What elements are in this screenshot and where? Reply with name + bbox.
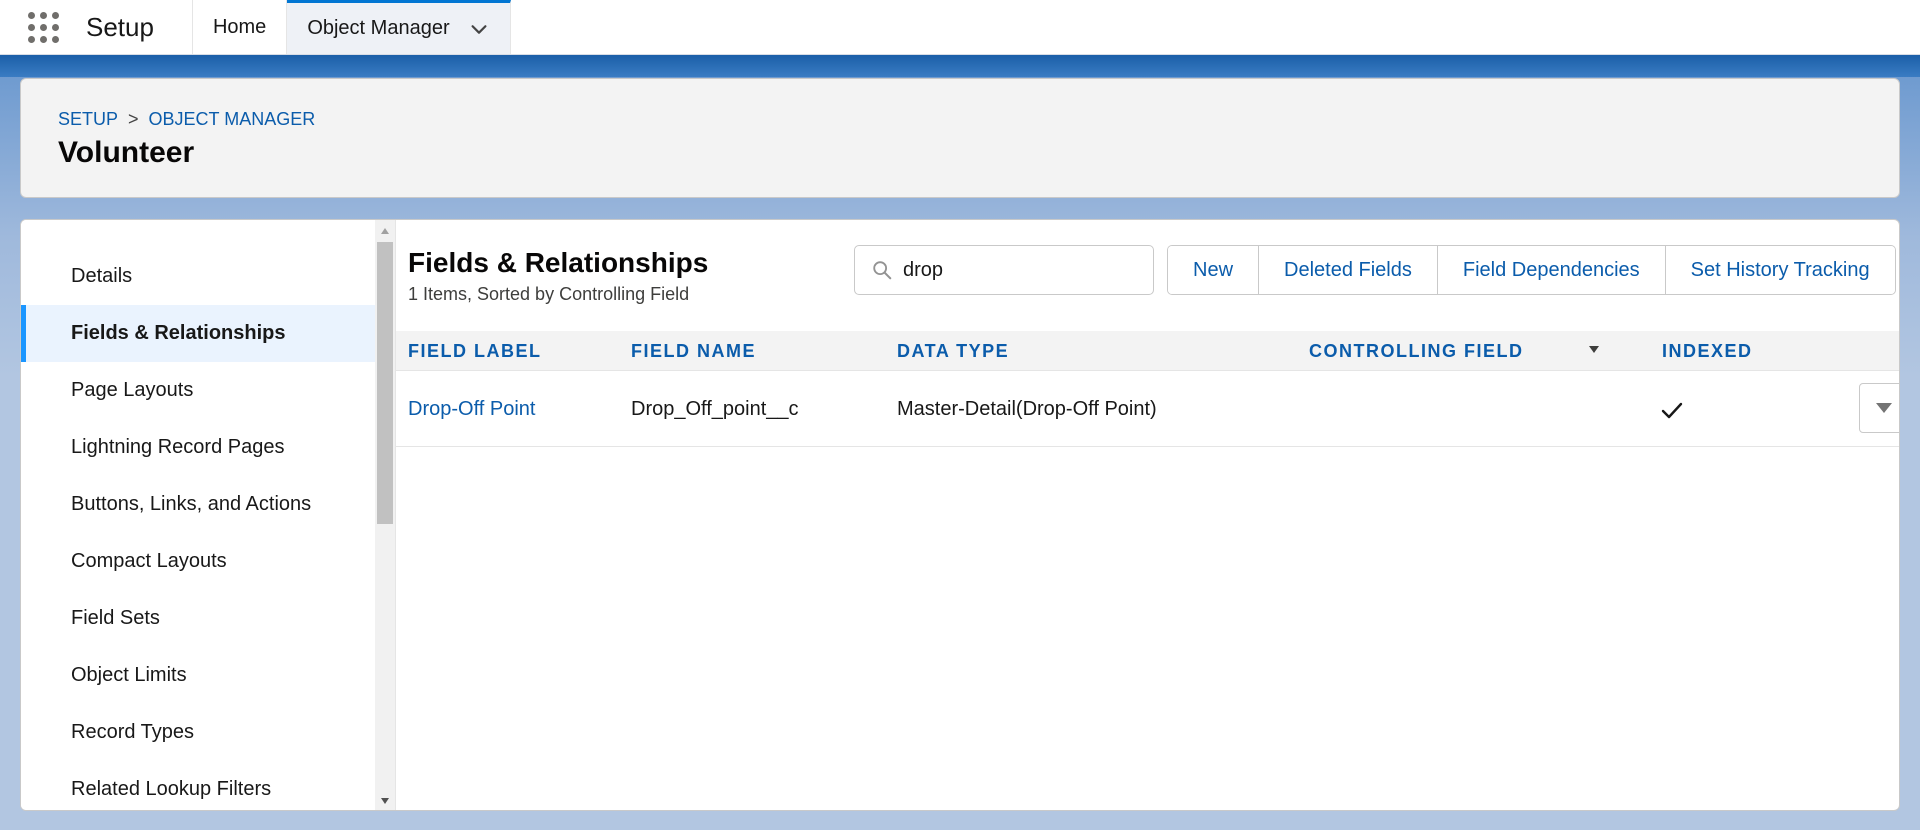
scroll-down-icon[interactable] bbox=[381, 798, 389, 804]
sort-descending-icon[interactable] bbox=[1589, 346, 1599, 353]
column-indexed[interactable]: INDEXED bbox=[1662, 341, 1753, 362]
app-launcher-icon bbox=[27, 11, 59, 43]
chevron-down-icon[interactable] bbox=[468, 18, 490, 40]
sidebar-item-buttons-links-actions[interactable]: Buttons, Links, and Actions bbox=[21, 476, 375, 533]
column-field-name[interactable]: FIELD NAME bbox=[631, 341, 756, 362]
row-actions-button[interactable] bbox=[1859, 383, 1899, 433]
brand-band bbox=[0, 55, 1920, 77]
quick-find-input[interactable] bbox=[903, 258, 1143, 282]
breadcrumb: SETUP > OBJECT MANAGER bbox=[58, 109, 1862, 130]
column-field-label[interactable]: FIELD LABEL bbox=[408, 341, 542, 362]
fields-panel: Fields & Relationships 1 Items, Sorted b… bbox=[396, 220, 1899, 810]
content-card: Details Fields & Relationships Page Layo… bbox=[20, 219, 1900, 811]
sidebar-item-compact-layouts[interactable]: Compact Layouts bbox=[21, 533, 375, 590]
global-nav: Setup Home Object Manager bbox=[0, 0, 1920, 55]
search-icon bbox=[873, 261, 892, 280]
item-count: 1 Items, Sorted by Controlling Field bbox=[408, 284, 690, 304]
app-name: Setup bbox=[66, 0, 193, 54]
page-header: SETUP > OBJECT MANAGER Volunteer bbox=[20, 78, 1900, 198]
new-button[interactable]: New bbox=[1168, 246, 1260, 294]
data-type-cell: Master-Detail(Drop-Off Point) bbox=[897, 398, 1157, 420]
field-name-cell: Drop_Off_point__c bbox=[631, 398, 799, 420]
section-title: Fields & Relationships bbox=[408, 247, 709, 278]
sidebar-item-details[interactable]: Details bbox=[21, 248, 375, 305]
sidebar-item-related-lookup-filters[interactable]: Related Lookup Filters bbox=[21, 761, 375, 810]
checkmark-icon bbox=[1661, 402, 1683, 419]
sidebar-item-field-sets[interactable]: Field Sets bbox=[21, 590, 375, 647]
deleted-fields-button[interactable]: Deleted Fields bbox=[1259, 246, 1438, 294]
sidebar-scrollbar[interactable] bbox=[375, 220, 395, 810]
tab-object-manager-label: Object Manager bbox=[307, 17, 450, 39]
column-controlling-field[interactable]: CONTROLLING FIELD bbox=[1309, 341, 1523, 362]
object-sidebar: Details Fields & Relationships Page Layo… bbox=[21, 220, 375, 810]
tab-home-label: Home bbox=[212, 15, 267, 38]
scrollbar-thumb[interactable] bbox=[377, 242, 393, 524]
tab-home[interactable]: Home bbox=[193, 0, 288, 54]
table-row: Drop-Off Point Drop_Off_point__c Master-… bbox=[396, 371, 1899, 447]
set-history-tracking-button[interactable]: Set History Tracking bbox=[1665, 246, 1895, 294]
sidebar-item-record-types[interactable]: Record Types bbox=[21, 704, 375, 761]
breadcrumb-setup[interactable]: SETUP bbox=[58, 109, 118, 130]
quick-find[interactable] bbox=[854, 245, 1154, 295]
sidebar-item-fields-relationships[interactable]: Fields & Relationships bbox=[21, 305, 375, 362]
page-title: Volunteer bbox=[58, 136, 195, 169]
column-data-type[interactable]: DATA TYPE bbox=[897, 341, 1009, 362]
sidebar-item-lightning-record-pages[interactable]: Lightning Record Pages bbox=[21, 419, 375, 476]
sidebar-item-page-layouts[interactable]: Page Layouts bbox=[21, 362, 375, 419]
breadcrumb-object-manager[interactable]: OBJECT MANAGER bbox=[149, 109, 316, 130]
field-dependencies-button[interactable]: Field Dependencies bbox=[1437, 246, 1666, 294]
field-label-link[interactable]: Drop-Off Point bbox=[408, 398, 535, 421]
action-button-group: New Deleted Fields Field Dependencies Se… bbox=[1167, 245, 1896, 295]
breadcrumb-separator: > bbox=[128, 109, 139, 129]
sidebar-item-object-limits[interactable]: Object Limits bbox=[21, 647, 375, 704]
table-header: FIELD LABEL FIELD NAME DATA TYPE CONTROL… bbox=[396, 331, 1899, 371]
chevron-down-icon bbox=[1876, 403, 1892, 413]
tab-object-manager[interactable]: Object Manager bbox=[287, 0, 511, 54]
scroll-up-icon[interactable] bbox=[381, 228, 389, 234]
